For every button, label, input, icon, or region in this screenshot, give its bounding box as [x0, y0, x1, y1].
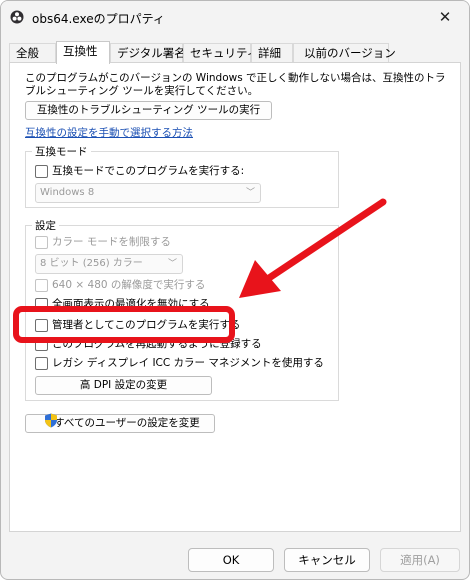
- checkbox-box[interactable]: [35, 165, 48, 178]
- high-dpi-button[interactable]: 高 DPI 設定の変更: [35, 376, 212, 395]
- compat-mode-group-label: 互換モード: [32, 144, 91, 159]
- color-mode-select-value: 8 ビット (256) カラー: [40, 258, 143, 269]
- tab-details[interactable]: 詳細: [251, 43, 293, 63]
- color-mode-select[interactable]: 8 ビット (256) カラー ﹀: [35, 254, 183, 274]
- tab-general[interactable]: 全般: [9, 43, 56, 63]
- tab-bar: 全般 互換性 デジタル署名 セキュリティ 詳細 以前のバージョン: [9, 41, 461, 64]
- run-troubleshooter-button[interactable]: 互換性のトラブルシューティング ツールの実行: [25, 101, 272, 120]
- highlight-box: [13, 306, 235, 343]
- ok-button[interactable]: OK: [188, 548, 274, 572]
- reduced-color-checkbox[interactable]: カラー モードを制限する: [35, 235, 275, 251]
- checkbox-box[interactable]: [35, 357, 48, 370]
- chevron-down-icon: ﹀: [245, 188, 255, 198]
- compatibility-panel: このプログラムがこのバージョンの Windows で正しく動作しない場合は、互換…: [9, 62, 461, 532]
- res-640-checkbox[interactable]: 640 × 480 の解像度で実行する: [35, 278, 275, 294]
- compat-mode-group: 互換モード 互換モードでこのプログラムを実行する: Windows 8 ﹀: [25, 144, 339, 208]
- apply-button[interactable]: 適用(A): [380, 548, 460, 572]
- title-bar: obs64.exeのプロパティ ✕: [1, 1, 469, 35]
- legacy-icc-checkbox[interactable]: レガシ ディスプレイ ICC カラー マネジメントを使用する: [35, 356, 330, 372]
- reduced-color-label: カラー モードを制限する: [52, 236, 171, 248]
- chevron-down-icon: ﹀: [167, 259, 177, 269]
- close-icon[interactable]: ✕: [431, 5, 459, 31]
- obs-app-icon: [10, 10, 24, 24]
- uac-shield-icon: [45, 413, 57, 428]
- res-640-label: 640 × 480 の解像度で実行する: [52, 279, 206, 291]
- window-title: obs64.exeのプロパティ: [32, 12, 165, 26]
- compat-description: このプログラムがこのバージョンの Windows で正しく動作しない場合は、互換…: [25, 72, 446, 97]
- manual-settings-link[interactable]: 互換性の設定を手動で選択する方法: [25, 125, 193, 140]
- tab-security[interactable]: セキュリティ: [183, 43, 258, 63]
- cancel-button[interactable]: キャンセル: [284, 548, 370, 572]
- tab-previous-versions[interactable]: 以前のバージョン: [293, 43, 396, 63]
- checkbox-box[interactable]: [35, 279, 48, 292]
- tab-compatibility[interactable]: 互換性: [56, 41, 110, 64]
- compat-mode-select-value: Windows 8: [40, 187, 95, 198]
- properties-dialog: obs64.exeのプロパティ ✕ 全般 互換性 デジタル署名 セキュリティ 詳…: [0, 0, 470, 580]
- legacy-icc-label: レガシ ディスプレイ ICC カラー マネジメントを使用する: [52, 357, 324, 369]
- tab-digital-signatures[interactable]: デジタル署名: [110, 43, 186, 63]
- compat-mode-select[interactable]: Windows 8 ﹀: [35, 183, 261, 203]
- compat-mode-checkbox[interactable]: 互換モードでこのプログラムを実行する:: [35, 164, 275, 180]
- settings-group-label: 設定: [32, 218, 59, 233]
- checkbox-box[interactable]: [35, 236, 48, 249]
- compat-mode-label: 互換モードでこのプログラムを実行する:: [52, 165, 245, 177]
